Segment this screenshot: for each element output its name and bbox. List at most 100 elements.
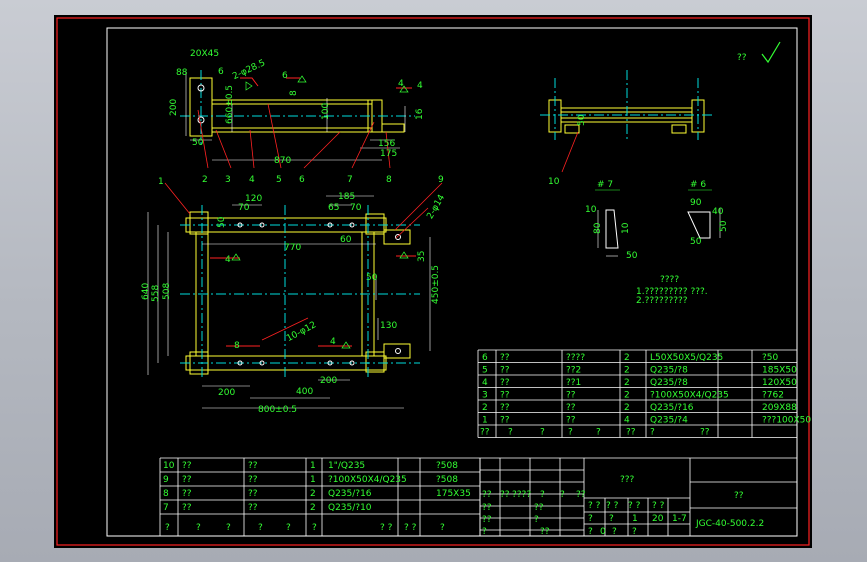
- table-cell-text: ???: [620, 475, 635, 485]
- svg-text:# 6: # 6: [690, 180, 706, 190]
- svg-text:88: 88: [176, 68, 188, 78]
- table-cell-text: 7: [163, 503, 169, 513]
- svg-text:1: 1: [158, 177, 164, 187]
- table-cell-text: ??: [248, 489, 258, 499]
- table-cell-text: ?: [440, 523, 445, 533]
- table-cell-text: ? ?: [588, 501, 601, 511]
- svg-text:6: 6: [282, 71, 288, 81]
- table-cell-text: ??: [500, 353, 510, 363]
- table-cell-text: 20: [652, 514, 664, 524]
- table-cell-text: ?: [534, 515, 539, 525]
- svg-text:70: 70: [238, 203, 250, 213]
- table-cell-text: ?: [258, 523, 263, 533]
- table-cell-text: ?: [286, 523, 291, 533]
- table-cell-text: 3: [482, 391, 488, 401]
- table-cell-text: ??: [182, 503, 192, 513]
- svg-text:200: 200: [218, 388, 235, 398]
- table-cell-text: 175X35: [436, 489, 471, 499]
- table-cell-text: ?50: [762, 353, 779, 363]
- table-cell-text: ?: [650, 428, 655, 438]
- table-cell-text: ??: [734, 491, 744, 501]
- svg-text:100: 100: [321, 103, 331, 120]
- table-cell-text: ???100X50: [762, 416, 811, 426]
- table-cell-text: ?: [632, 527, 637, 537]
- svg-text:6: 6: [299, 175, 305, 185]
- svg-text:185: 185: [338, 192, 355, 202]
- table-cell-text: ??: [482, 490, 492, 500]
- svg-text:70: 70: [350, 203, 362, 213]
- svg-text:8: 8: [234, 341, 240, 351]
- svg-text:80: 80: [593, 222, 603, 234]
- table-cell-text: ??: [500, 366, 510, 376]
- table-cell-text: ?: [196, 523, 201, 533]
- table-cell-text: Q235/?16: [650, 403, 694, 413]
- table-cell-text: ? ?: [628, 501, 641, 511]
- table-cell-text: ?: [508, 428, 513, 438]
- table-cell-text: ?: [609, 514, 614, 524]
- svg-text:10: 10: [621, 222, 631, 234]
- table-cell-text: ? ?: [652, 501, 665, 511]
- svg-text:400: 400: [296, 387, 313, 397]
- table-cell-text: ????: [512, 490, 531, 500]
- svg-text:4: 4: [417, 81, 423, 91]
- table-cell-text: ??: [700, 428, 710, 438]
- table-cell-text: JGC-40-500.2.2: [695, 519, 764, 529]
- svg-text:5: 5: [276, 175, 282, 185]
- svg-text:10: 10: [585, 205, 597, 215]
- svg-text:10: 10: [548, 177, 560, 187]
- svg-text:40: 40: [712, 207, 724, 217]
- svg-text:65: 65: [328, 203, 339, 213]
- table-cell-text: ??1: [566, 378, 581, 388]
- svg-text:4: 4: [249, 175, 255, 185]
- svg-text:50: 50: [626, 251, 638, 261]
- table-cell-text: 1: [310, 461, 316, 471]
- table-cell-text: ?508: [436, 475, 458, 485]
- table-cell-text: ??: [482, 515, 492, 525]
- table-cell-text: 10: [163, 461, 175, 471]
- svg-text:20X45: 20X45: [190, 49, 219, 59]
- table-cell-text: ??: [182, 475, 192, 485]
- table-cell-text: 0: [600, 527, 606, 537]
- table-cell-text: Q235/?8: [650, 378, 688, 388]
- table-cell-text: ?: [312, 523, 317, 533]
- svg-text:800±0.5: 800±0.5: [258, 405, 297, 415]
- table-cell-text: 1: [482, 416, 488, 426]
- svg-text:8: 8: [289, 90, 299, 96]
- svg-text:6: 6: [218, 67, 224, 77]
- table-cell-text: ??: [566, 416, 576, 426]
- table-cell-text: ?: [165, 523, 170, 533]
- table-cell-text: ?: [560, 490, 565, 500]
- table-cell-text: 185X50: [762, 366, 797, 376]
- table-cell-text: ??: [248, 475, 258, 485]
- table-cell-text: ??: [626, 428, 636, 438]
- svg-text:50: 50: [217, 216, 227, 228]
- svg-text:3: 3: [225, 175, 231, 185]
- table-cell-text: ??: [500, 490, 510, 500]
- svg-text:200: 200: [169, 99, 179, 116]
- svg-text:450±0.5: 450±0.5: [431, 265, 441, 304]
- table-cell-text: ??: [500, 403, 510, 413]
- table-cell-text: 6: [482, 353, 488, 363]
- table-cell-text: 2: [624, 378, 630, 388]
- table-cell-text: ? ?: [404, 523, 417, 533]
- table-cell-text: 1: [632, 514, 638, 524]
- table-cell-text: 4: [482, 378, 488, 388]
- roughness-note: ??: [737, 53, 747, 63]
- table-cell-text: ??: [248, 503, 258, 513]
- svg-text:????: ????: [660, 275, 679, 285]
- svg-text:35: 35: [417, 251, 427, 262]
- table-cell-text: Q235/?8: [650, 366, 688, 376]
- table-cell-text: 2: [310, 503, 316, 513]
- svg-text:175: 175: [380, 149, 397, 159]
- svg-text:508: 508: [162, 283, 172, 300]
- svg-text:16: 16: [415, 108, 425, 120]
- table-cell-text: ??2: [566, 366, 581, 376]
- svg-text:130: 130: [380, 321, 397, 331]
- table-cell-text: ?762: [762, 391, 784, 401]
- table-cell-text: ??: [500, 391, 510, 401]
- cad-viewport: ?? 88 20X45 200 6 2-φ28.5 8 6 4 4 660±0.…: [54, 15, 812, 548]
- table-cell-text: ?508: [436, 461, 458, 471]
- table-cell-text: 4: [624, 416, 630, 426]
- svg-text:# 7: # 7: [597, 180, 613, 190]
- table-cell-text: 2: [624, 353, 630, 363]
